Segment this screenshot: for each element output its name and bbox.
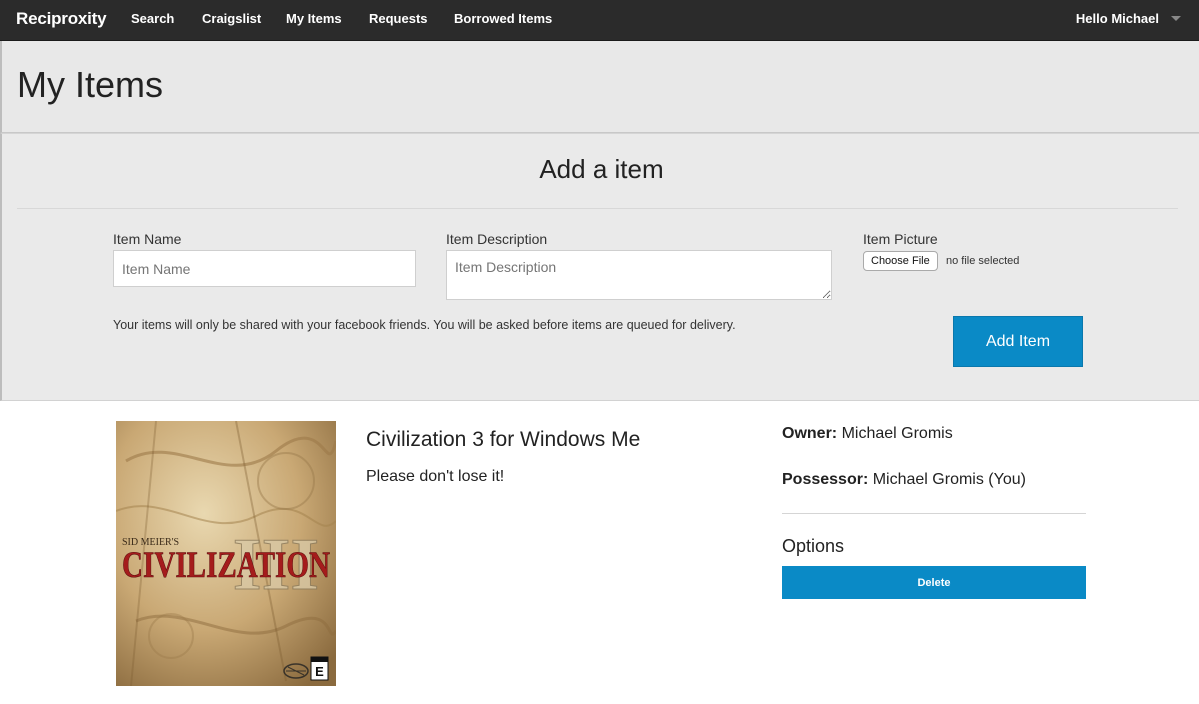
user-menu[interactable]: Hello Michael [1076, 11, 1181, 26]
item-description-input[interactable] [446, 250, 832, 300]
top-navbar: Reciproxity Search Craigslist My Items R… [0, 0, 1199, 41]
owner-row: Owner: Michael Gromis [782, 425, 953, 443]
delete-button[interactable]: Delete [782, 566, 1086, 599]
owner-name: Michael Gromis [841, 425, 953, 442]
user-greeting: Hello Michael [1075, 11, 1159, 26]
add-item-panel: Add a item Item Name Item Description It… [0, 133, 1199, 401]
item-name-input[interactable] [113, 250, 416, 287]
nav-link-craigslist[interactable]: Craigslist [202, 11, 261, 26]
options-heading: Options [782, 536, 845, 556]
possessor-row: Possessor: Michael Gromis (You) [782, 471, 1026, 489]
brand-link[interactable]: Reciproxity [16, 9, 107, 29]
divider [782, 513, 1086, 514]
nav-link-borrowed-items[interactable]: Borrowed Items [454, 11, 552, 26]
esrb-rating: E [315, 664, 324, 679]
page-header: My Items [0, 41, 1199, 133]
file-status-text: no file selected [946, 255, 1020, 267]
item-name-label: Item Name [113, 231, 182, 247]
item-description: Please don't lose it! [366, 468, 505, 485]
possessor-name: Michael Gromis (You) [872, 471, 1026, 488]
item-cover-image[interactable]: III SID MEIER'S CIVILIZATION E [116, 421, 336, 686]
possessor-label: Possessor: [782, 471, 869, 488]
game-box-art: III SID MEIER'S CIVILIZATION E [116, 421, 336, 686]
add-item-button[interactable]: Add Item [953, 316, 1083, 367]
nav-link-search[interactable]: Search [131, 11, 174, 26]
owner-label: Owner: [782, 425, 838, 442]
divider [17, 208, 1178, 209]
add-item-heading: Add a item [539, 154, 664, 184]
choose-file-button[interactable]: Choose File [863, 251, 938, 271]
item-picture-label: Item Picture [863, 231, 938, 247]
nav-link-my-items[interactable]: My Items [286, 11, 342, 26]
page-title: My Items [17, 64, 164, 105]
item-description-label: Item Description [446, 231, 548, 247]
caret-down-icon [1171, 16, 1181, 21]
item-title: Civilization 3 for Windows Me [366, 428, 641, 451]
nav-link-requests[interactable]: Requests [369, 11, 428, 26]
sharing-note: Your items will only be shared with your… [113, 318, 736, 332]
cover-title: CIVILIZATION [122, 545, 330, 586]
